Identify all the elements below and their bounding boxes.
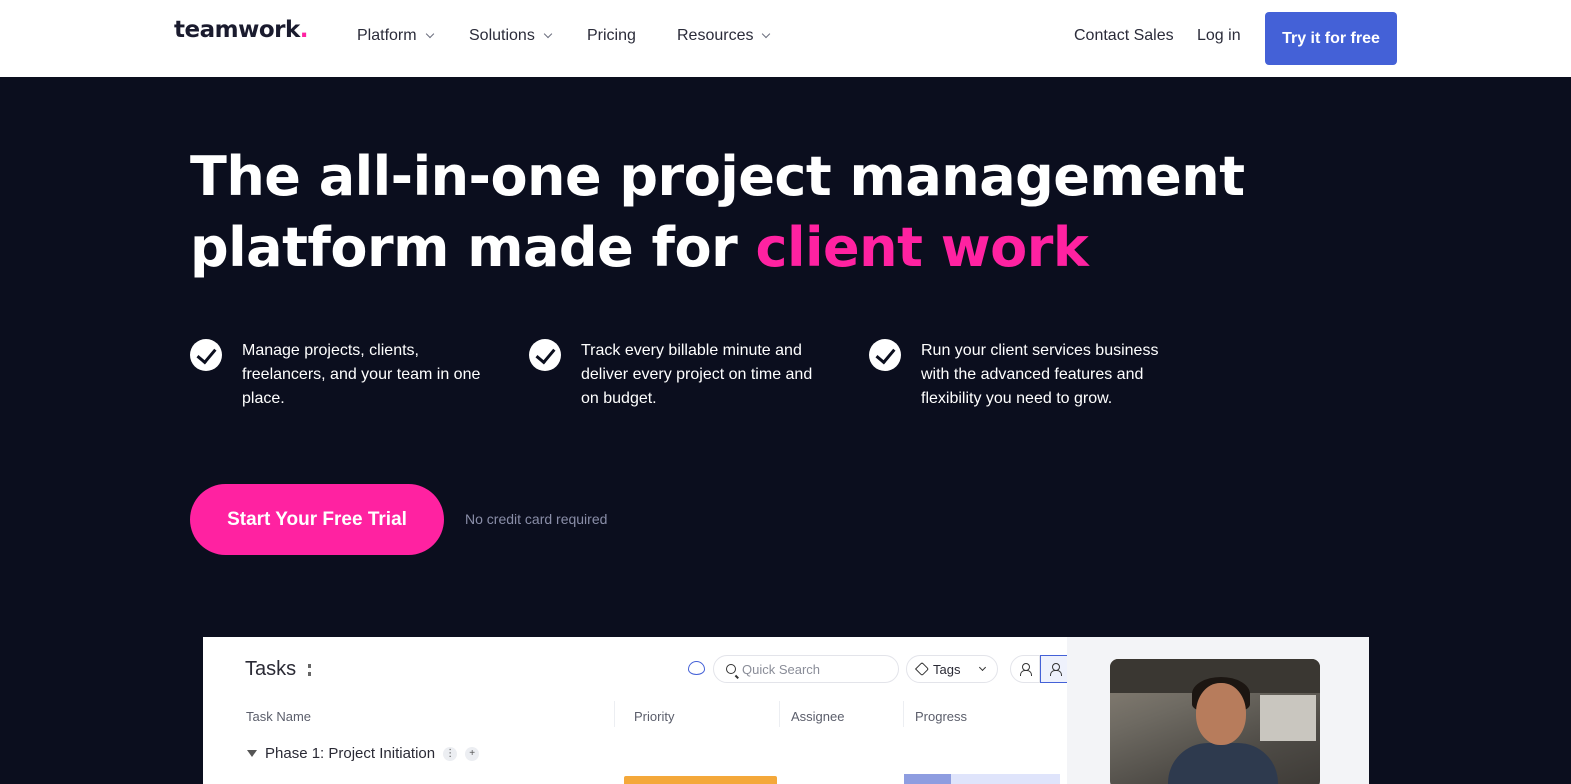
chat-icon[interactable] — [688, 661, 705, 675]
nav-item-label: Pricing — [587, 27, 636, 44]
login-link[interactable]: Log in — [1197, 27, 1241, 45]
tag-icon — [914, 661, 930, 677]
chevron-down-icon — [978, 663, 987, 672]
hero-section: The all-in-one project management platfo… — [0, 77, 1571, 784]
user-icon — [1020, 663, 1032, 676]
no-credit-card-note: No credit card required — [465, 511, 608, 527]
check-icon — [529, 339, 561, 371]
column-header-assignee[interactable]: Assignee — [791, 709, 844, 724]
column-divider — [903, 701, 904, 727]
headline-accent: client work — [755, 216, 1089, 279]
person-body — [1168, 743, 1278, 784]
video-background-window — [1260, 695, 1316, 741]
check-icon — [869, 339, 901, 371]
person-face — [1196, 683, 1246, 745]
team-tasks-toggle[interactable] — [1040, 655, 1070, 683]
app-preview: Tasks Quick Search Tags Task Name Priori… — [203, 637, 1369, 784]
teamwork-logo[interactable]: teamwork. — [174, 17, 309, 43]
try-free-button[interactable]: Try it for free — [1265, 12, 1397, 65]
tasks-title: Tasks — [245, 658, 297, 680]
tags-dropdown[interactable]: Tags — [906, 655, 998, 683]
headline-line-1: The all-in-one project management — [190, 145, 1245, 208]
quick-search-input[interactable]: Quick Search — [713, 655, 899, 683]
top-navigation: teamwork. Platform Solutions Pricing Res… — [0, 0, 1571, 77]
feature-text: Run your client services business with t… — [921, 342, 1159, 407]
progress-fill — [904, 774, 951, 784]
nav-item-solutions[interactable]: Solutions — [469, 27, 553, 45]
chevron-down-icon — [762, 29, 771, 39]
add-task-button[interactable]: + — [465, 746, 480, 761]
progress-bar — [904, 774, 1060, 784]
phase-menu-icon[interactable]: ⋮ — [443, 746, 458, 761]
chevron-down-icon — [425, 29, 434, 39]
feature-item: Track every billable minute and deliver … — [529, 339, 821, 411]
chevron-down-icon — [543, 29, 553, 39]
search-icon — [726, 664, 736, 674]
column-divider — [779, 701, 780, 727]
headline-line-2: platform made for — [190, 216, 756, 279]
phase-label: Phase 1: Project Initiation — [265, 745, 436, 762]
logo-dot: . — [299, 17, 309, 43]
column-header-progress[interactable]: Progress — [915, 709, 967, 724]
check-icon — [190, 339, 222, 371]
hero-headline: The all-in-one project management platfo… — [190, 141, 1290, 283]
collapse-triangle-icon[interactable] — [247, 750, 257, 757]
nav-item-label: Platform — [357, 27, 417, 44]
nav-item-resources[interactable]: Resources — [677, 27, 771, 45]
video-panel — [1067, 637, 1369, 784]
nav-item-pricing[interactable]: Pricing — [587, 27, 636, 45]
video-call-thumbnail[interactable] — [1110, 659, 1320, 784]
column-header-task-name[interactable]: Task Name — [246, 709, 311, 724]
nav-item-label: Solutions — [469, 27, 535, 44]
phase-row[interactable]: Phase 1: Project Initiation ⋮ + — [247, 745, 480, 762]
feature-item: Run your client services business with t… — [869, 339, 1186, 411]
tags-label: Tags — [933, 661, 961, 677]
contact-sales-link[interactable]: Contact Sales — [1074, 27, 1174, 45]
start-free-trial-button[interactable]: Start Your Free Trial — [190, 484, 444, 555]
feature-item: Manage projects, clients, freelancers, a… — [190, 339, 482, 411]
users-icon — [1050, 663, 1062, 676]
feature-text: Track every billable minute and deliver … — [581, 342, 813, 407]
priority-bar — [624, 776, 777, 784]
logo-text: teamwork — [174, 17, 300, 43]
column-divider — [614, 701, 615, 727]
nav-item-label: Resources — [677, 27, 754, 44]
column-header-priority[interactable]: Priority — [634, 709, 674, 724]
nav-item-platform[interactable]: Platform — [357, 27, 434, 45]
kebab-menu-icon[interactable] — [308, 664, 311, 676]
search-placeholder: Quick Search — [742, 661, 821, 677]
feature-text: Manage projects, clients, freelancers, a… — [242, 342, 481, 407]
my-tasks-toggle[interactable] — [1010, 655, 1040, 683]
